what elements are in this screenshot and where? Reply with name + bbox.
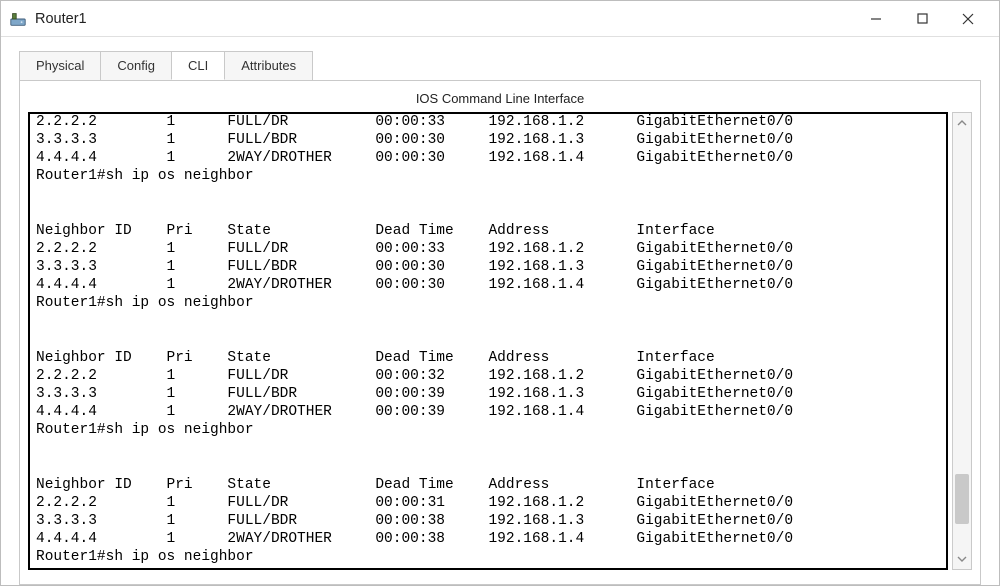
cli-terminal[interactable]: 2.2.2.2 1 FULL/DR 00:00:33 192.168.1.2 G… — [28, 112, 948, 570]
close-button[interactable] — [945, 4, 991, 34]
tab-label: Physical — [36, 58, 84, 73]
tab-cli[interactable]: CLI — [171, 51, 225, 80]
tab-attributes[interactable]: Attributes — [224, 51, 313, 80]
maximize-button[interactable] — [899, 4, 945, 34]
tab-label: Config — [117, 58, 155, 73]
scroll-down-button[interactable] — [953, 549, 971, 569]
scroll-track[interactable] — [953, 133, 971, 549]
tab-config[interactable]: Config — [100, 51, 172, 80]
cli-panel: IOS Command Line Interface 2.2.2.2 1 FUL… — [19, 80, 981, 585]
scroll-up-button[interactable] — [953, 113, 971, 133]
window-controls — [853, 4, 991, 34]
scrollbar[interactable] — [952, 112, 972, 570]
cli-title: IOS Command Line Interface — [28, 87, 972, 112]
router-icon — [9, 10, 27, 28]
tab-physical[interactable]: Physical — [19, 51, 101, 80]
minimize-button[interactable] — [853, 4, 899, 34]
scroll-thumb[interactable] — [955, 474, 969, 524]
tab-label: CLI — [188, 58, 208, 73]
titlebar: Router1 — [1, 1, 999, 37]
tab-label: Attributes — [241, 58, 296, 73]
window-title: Router1 — [35, 11, 853, 27]
tab-bar: Physical Config CLI Attributes — [19, 51, 981, 80]
